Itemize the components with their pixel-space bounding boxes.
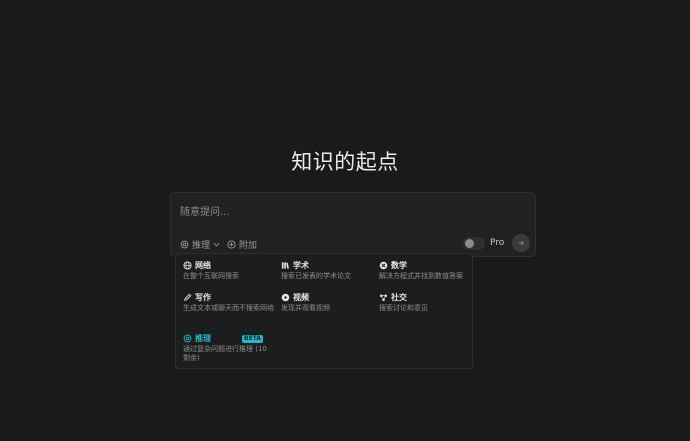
- option-desc: 生成文本或聊天而不搜索网络: [183, 304, 274, 312]
- beta-badge: BETA: [242, 334, 263, 343]
- focus-dropdown: 网络 在整个互联网搜索 学术 搜索已发表的学术论文 数学 解决方程式并找到数值答…: [175, 253, 473, 369]
- attach-label: 附加: [239, 240, 258, 251]
- focus-option-academic[interactable]: 学术 搜索已发表的学术论文: [281, 260, 373, 281]
- social-icon: [379, 293, 388, 302]
- option-desc: 发现并观看视频: [281, 304, 330, 312]
- option-desc: 搜索讨论和意见: [379, 304, 428, 312]
- option-title: 写作: [195, 293, 211, 302]
- books-icon: [281, 261, 290, 270]
- focus-option-writing[interactable]: 写作 生成文本或聊天而不搜索网络: [183, 292, 275, 313]
- focus-option-reasoning[interactable]: 推理 BETA 通过复杂问题进行推理 (10 剩余): [183, 333, 275, 363]
- play-icon: [281, 293, 290, 302]
- option-title: 学术: [293, 261, 309, 270]
- focus-option-math[interactable]: 数学 解决方程式并找到数值答案: [379, 260, 471, 281]
- option-title: 视频: [293, 293, 309, 302]
- pencil-icon: [183, 293, 192, 302]
- focus-button[interactable]: 推理: [180, 237, 220, 251]
- option-desc: 解决方程式并找到数值答案: [379, 272, 463, 280]
- option-title: 数学: [391, 261, 407, 270]
- math-icon: [379, 261, 388, 270]
- search-box[interactable]: 随意提问... 推理 附加 Pro: [170, 192, 536, 257]
- option-title: 网络: [195, 261, 211, 270]
- attach-button[interactable]: 附加: [227, 237, 257, 251]
- arrow-right-icon: [517, 239, 525, 247]
- reasoning-icon: [183, 334, 192, 343]
- focus-option-social[interactable]: 社交 搜索讨论和意见: [379, 292, 471, 313]
- option-title: 社交: [391, 293, 407, 302]
- option-desc: 通过复杂问题进行推理 (10 剩余): [183, 345, 267, 362]
- focus-label: 推理: [192, 240, 211, 251]
- page-title: 知识的起点: [291, 150, 399, 174]
- page: 知识的起点 随意提问... 推理 附加 Pro 网络 在整个互联网搜索 学术 搜…: [0, 0, 690, 441]
- globe-icon: [183, 261, 192, 270]
- option-title: 推理: [195, 334, 211, 343]
- toggle-knob: [465, 239, 474, 248]
- chevron-down-icon: [213, 241, 220, 248]
- pro-label: Pro: [490, 238, 505, 248]
- option-desc: 搜索已发表的学术论文: [281, 272, 351, 280]
- focus-option-web[interactable]: 网络 在整个互联网搜索: [183, 260, 275, 281]
- search-input[interactable]: 随意提问...: [180, 203, 230, 218]
- submit-button[interactable]: [512, 234, 530, 252]
- reasoning-icon: [180, 240, 189, 249]
- focus-option-video[interactable]: 视频 发现并观看视频: [281, 292, 373, 313]
- pro-toggle[interactable]: [463, 237, 485, 250]
- plus-circle-icon: [227, 239, 236, 249]
- option-desc: 在整个互联网搜索: [183, 272, 239, 280]
